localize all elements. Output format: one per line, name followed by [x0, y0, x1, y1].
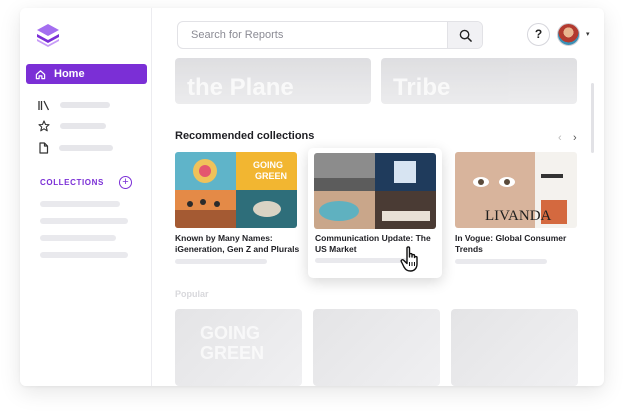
- search-button[interactable]: [447, 22, 482, 48]
- collection-meta-placeholder: [455, 259, 547, 264]
- search-icon: [459, 29, 472, 42]
- collection-tile-image[interactable]: LIVANDA: [455, 152, 577, 228]
- sidebar: Home COLLECTIONS +: [20, 8, 152, 386]
- report-banner-text: the Plane: [187, 74, 294, 101]
- collection-meta-placeholder: [175, 259, 267, 264]
- page: Home COLLECTIONS + Search for Reports ? …: [0, 0, 623, 417]
- collection-tile-image[interactable]: [314, 153, 436, 229]
- collection-tile-image[interactable]: GOING GREEN: [175, 152, 297, 228]
- add-collection-button[interactable]: +: [119, 176, 132, 189]
- hand-cursor-icon: [400, 246, 418, 272]
- sidebar-item-favorites[interactable]: [38, 119, 138, 133]
- sidebar-item-home[interactable]: Home: [26, 64, 147, 84]
- sidebar-item-library-label: [60, 102, 110, 108]
- carousel-prev-button[interactable]: ‹: [558, 132, 562, 144]
- avatar[interactable]: [557, 23, 580, 46]
- home-icon: [35, 69, 46, 79]
- app-window: Home COLLECTIONS + Search for Reports ? …: [20, 8, 604, 386]
- collection-meta-placeholder: [315, 258, 407, 263]
- report-banner[interactable]: Tribe: [381, 58, 577, 104]
- collection-title[interactable]: Known by Many Names: iGeneration, Gen Z …: [175, 233, 301, 255]
- collection-collage-image: GOING GREEN: [175, 152, 297, 228]
- collection-title[interactable]: In Vogue: Global Consumer Trends: [455, 233, 581, 255]
- scrollbar[interactable]: [591, 83, 594, 153]
- popular-tile[interactable]: GOING GREEN: [175, 309, 302, 386]
- popular-heading: Popular: [175, 289, 209, 299]
- logo-icon[interactable]: [35, 22, 61, 48]
- chevron-down-icon[interactable]: ▾: [586, 30, 590, 38]
- collection-placeholder: [40, 218, 128, 224]
- sidebar-item-documents-label: [59, 145, 113, 151]
- svg-text:GOING: GOING: [253, 160, 283, 170]
- search-input[interactable]: [178, 29, 448, 41]
- library-icon: [38, 100, 50, 110]
- star-icon: [38, 120, 50, 132]
- collections-heading: COLLECTIONS: [40, 178, 104, 187]
- popular-tile-text: GOING GREEN: [200, 323, 265, 363]
- sidebar-item-library[interactable]: [38, 98, 138, 112]
- collection-collage-image: [314, 153, 436, 229]
- popular-tile[interactable]: [451, 309, 578, 386]
- report-banner-text: Tribe: [393, 74, 451, 101]
- carousel-next-button[interactable]: ›: [573, 132, 577, 144]
- help-button[interactable]: ?: [527, 23, 550, 46]
- collection-collage-image: LIVANDA: [455, 152, 577, 228]
- sidebar-item-favorites-label: [60, 123, 106, 129]
- svg-text:GREEN: GREEN: [255, 171, 287, 181]
- recommended-heading: Recommended collections: [175, 130, 315, 142]
- collection-placeholder: [40, 235, 116, 241]
- document-icon: [39, 142, 49, 154]
- collection-placeholder: [40, 201, 120, 207]
- svg-text:LIVANDA: LIVANDA: [485, 208, 552, 224]
- popular-tile[interactable]: [313, 309, 440, 386]
- report-banner[interactable]: the Plane: [175, 58, 371, 104]
- search-bar: [177, 21, 483, 49]
- collection-placeholder: [40, 252, 128, 258]
- sidebar-item-documents[interactable]: [38, 141, 138, 155]
- sidebar-item-home-label: Home: [54, 68, 85, 80]
